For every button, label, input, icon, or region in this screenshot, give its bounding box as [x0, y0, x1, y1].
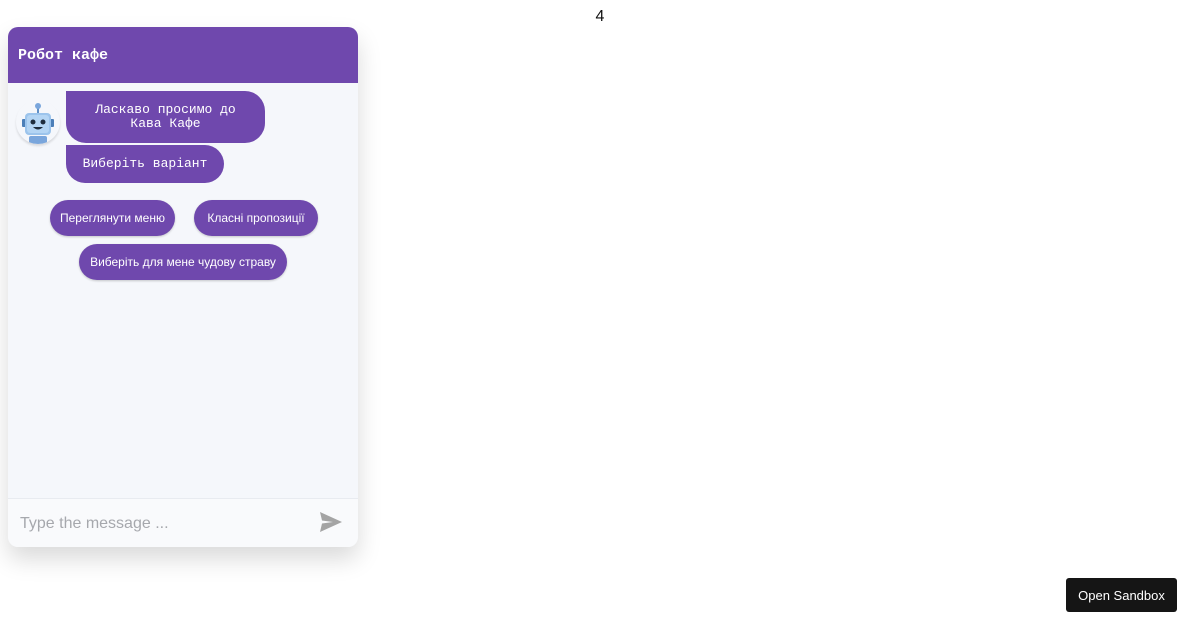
page-counter: 4	[595, 8, 605, 25]
option-view-menu-button[interactable]: Переглянути меню	[50, 200, 175, 236]
bot-message-choose: Виберіть варіант	[66, 145, 224, 183]
chat-widget: Робот кафе Ласкаво просимо до Кава Кафе …	[8, 27, 358, 547]
bot-message-welcome: Ласкаво просимо до Кава Кафе	[66, 91, 265, 143]
robot-icon	[22, 103, 54, 144]
bot-avatar	[16, 100, 60, 144]
option-offers-button[interactable]: Класні пропозиції	[194, 200, 318, 236]
chat-body[interactable]: Ласкаво просимо до Кава Кафе Виберіть ва…	[8, 83, 358, 499]
open-sandbox-button[interactable]: Open Sandbox	[1066, 578, 1177, 612]
chat-title: Робот кафе	[18, 46, 109, 64]
send-icon	[320, 512, 342, 532]
message-input[interactable]	[18, 511, 312, 537]
send-button[interactable]	[318, 511, 344, 535]
chat-header: Робот кафе	[8, 27, 358, 83]
option-pick-dish-button[interactable]: Виберіть для мене чудову страву	[79, 244, 287, 280]
chat-footer	[8, 498, 358, 547]
